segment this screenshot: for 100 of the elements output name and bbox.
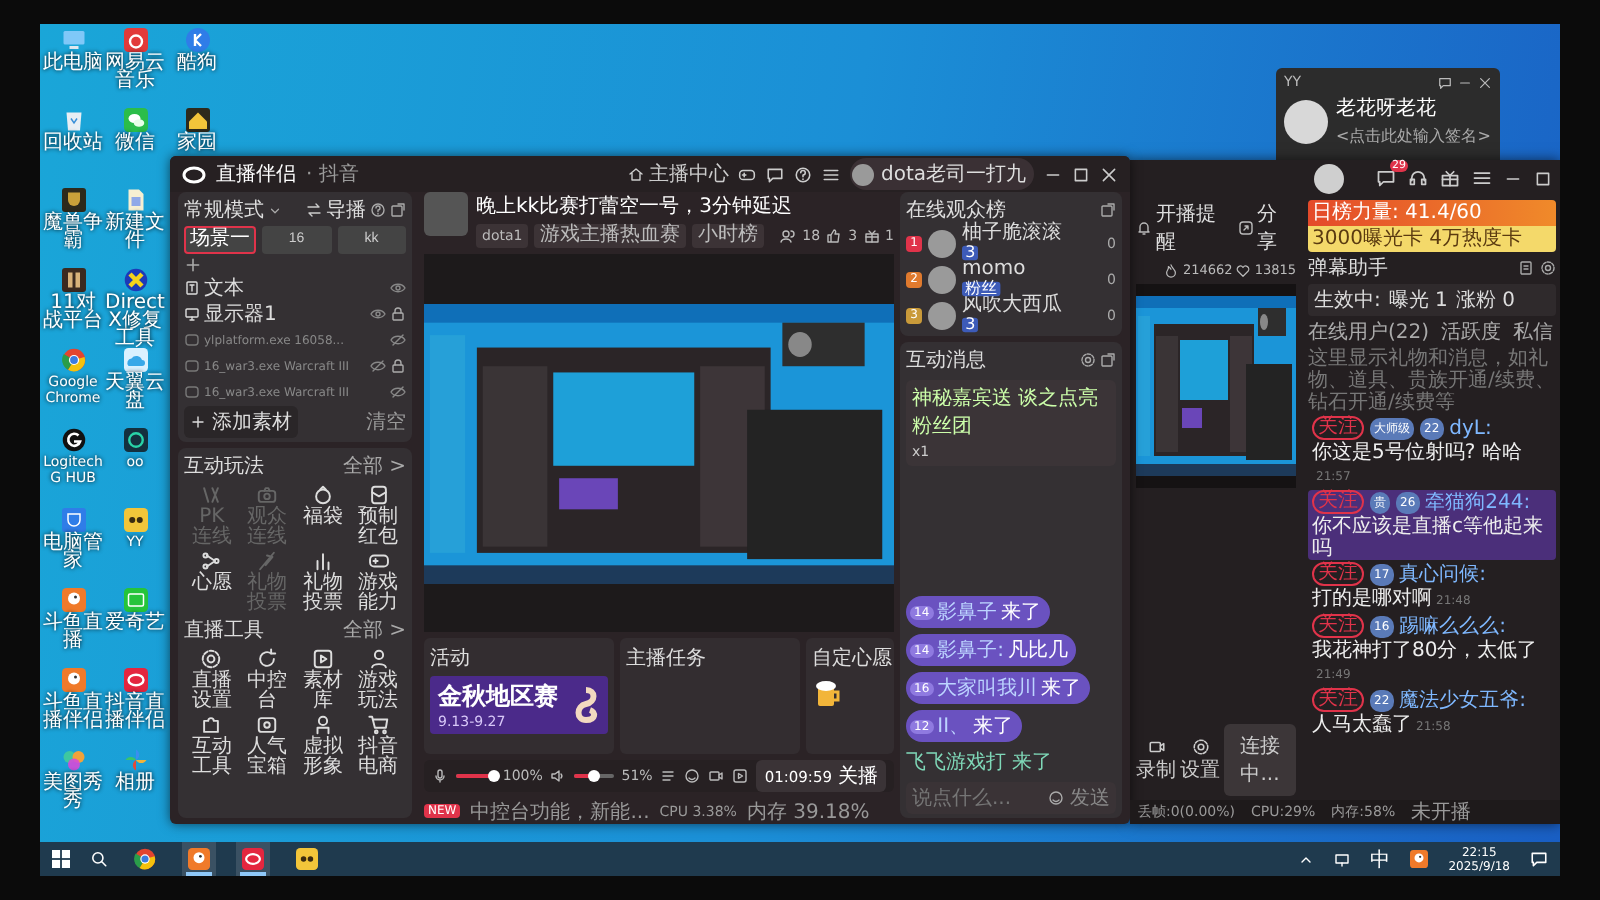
start-button-icon[interactable] <box>52 850 70 868</box>
emoji-icon[interactable] <box>1048 790 1064 806</box>
hidden-eye-icon[interactable] <box>390 332 406 348</box>
lock-icon[interactable] <box>390 358 406 374</box>
browser-icon[interactable] <box>134 848 156 870</box>
list-icon[interactable] <box>660 768 677 784</box>
add-source-button[interactable]: 添加素材 <box>184 406 298 438</box>
show-all-link[interactable]: 全部 > <box>342 616 406 644</box>
tool-button[interactable]: 人气宝箱 <box>239 714 295 778</box>
headset-icon[interactable] <box>1408 168 1428 188</box>
mode-selector[interactable]: 常规模式 <box>184 196 264 224</box>
bird-app-icon[interactable] <box>188 848 210 870</box>
clear-link[interactable]: 清空 <box>366 408 406 436</box>
network-status-icon[interactable] <box>1334 851 1351 867</box>
beer-mug-icon <box>812 676 844 708</box>
gamepad-icon[interactable] <box>738 165 757 183</box>
swap-icon[interactable] <box>306 202 322 218</box>
gift-icon[interactable] <box>1440 168 1460 188</box>
menu-icon[interactable] <box>822 165 841 183</box>
hidden-eye-icon[interactable] <box>390 384 406 400</box>
user-chip[interactable]: dota老司一打九 <box>850 158 1034 190</box>
lock-icon[interactable] <box>390 306 406 322</box>
director-button[interactable]: 导播 <box>326 196 366 224</box>
tv-app-icon[interactable] <box>123 588 147 612</box>
chat-icon[interactable] <box>1376 168 1396 188</box>
tool-button[interactable]: 福袋 <box>295 484 351 548</box>
panel-tab[interactable]: 活跃度 <box>1441 318 1502 346</box>
input-method[interactable]: 中 <box>1370 845 1391 873</box>
tool-button[interactable]: 礼物投票 <box>295 550 351 614</box>
hidden-eye-icon[interactable] <box>370 358 386 374</box>
gear-icon[interactable] <box>1540 260 1556 276</box>
document-icon[interactable] <box>1518 260 1534 276</box>
scene-tab[interactable]: 场景一 <box>184 226 256 254</box>
shield-app-icon[interactable] <box>61 508 85 532</box>
notification-icon[interactable] <box>1530 850 1548 868</box>
tool-button[interactable]: 游戏玩法 <box>350 648 406 712</box>
app-badge-icon[interactable] <box>185 28 209 52</box>
chevron-down-icon[interactable] <box>268 203 282 217</box>
cart-icon <box>367 714 390 736</box>
microphone-icon[interactable] <box>432 768 448 784</box>
gear-icon[interactable] <box>1080 352 1096 368</box>
game-tile-icon[interactable] <box>61 268 85 292</box>
oval-app-icon[interactable] <box>242 848 264 870</box>
tool-button[interactable]: 心愿 <box>184 550 240 614</box>
eye-icon[interactable] <box>370 306 386 322</box>
chat-app-icon[interactable] <box>123 108 147 132</box>
bell-icon <box>1136 220 1152 236</box>
tool-button[interactable]: 预制红包 <box>350 484 406 548</box>
anchor-center-button[interactable]: 主播中心 <box>628 160 729 188</box>
tool-button[interactable]: 素材库 <box>295 648 351 712</box>
chat-icon[interactable] <box>766 165 785 183</box>
house-icon[interactable] <box>185 108 209 132</box>
search-icon[interactable] <box>90 850 108 868</box>
close-icon[interactable] <box>1478 75 1492 89</box>
music-app-icon[interactable] <box>123 28 147 52</box>
remind-button[interactable]: 开播提醒 <box>1156 200 1234 256</box>
help-icon[interactable] <box>794 165 813 183</box>
icon-label: 酷狗 <box>175 54 219 72</box>
tool-button[interactable]: 游戏能力 <box>350 550 406 614</box>
panel-tab[interactable]: 私信 <box>1513 318 1554 346</box>
close-icon[interactable] <box>1100 165 1118 183</box>
video-icon[interactable] <box>732 768 749 784</box>
tool-button[interactable]: 抖音电商 <box>350 714 406 778</box>
source-item[interactable]: 显示器1 <box>184 302 406 326</box>
figure-icon <box>311 714 334 736</box>
computer-icon[interactable] <box>61 28 85 52</box>
round-logo-icon[interactable] <box>61 428 85 452</box>
chat-icon[interactable] <box>1438 75 1452 89</box>
eye-icon[interactable] <box>390 280 406 296</box>
shield-game-icon[interactable] <box>61 188 85 212</box>
emoji-icon[interactable] <box>684 768 701 784</box>
share-button[interactable]: 分享 <box>1257 200 1296 256</box>
maximize-icon[interactable] <box>1072 165 1090 183</box>
show-all-link[interactable]: 全部 > <box>342 452 406 480</box>
record-button[interactable]: 录制 <box>1136 737 1176 783</box>
settings-button[interactable]: 设置 <box>1180 737 1220 783</box>
ring-app-icon[interactable] <box>123 428 147 452</box>
pop-out-icon[interactable] <box>1100 202 1116 218</box>
pop-out-icon[interactable] <box>390 202 406 218</box>
help-icon[interactable] <box>370 202 386 218</box>
menu-icon[interactable] <box>1472 168 1492 188</box>
animal-face-icon[interactable] <box>123 508 147 532</box>
bird-app-icon[interactable] <box>1410 850 1429 868</box>
speaker-icon[interactable] <box>550 768 567 784</box>
connect-button[interactable]: 连接中... <box>1224 724 1296 796</box>
pop-out-icon[interactable] <box>1100 352 1116 368</box>
tool-button[interactable]: 虚拟形象 <box>295 714 351 778</box>
tool-button[interactable]: 中控台 <box>239 648 295 712</box>
source-item[interactable]: 文本 <box>184 276 406 300</box>
cross-app-icon[interactable] <box>123 268 147 292</box>
recycle-bin-icon[interactable] <box>61 108 85 132</box>
record-icon[interactable] <box>708 768 725 784</box>
panel-tab[interactable]: 在线用户(22) <box>1308 318 1430 346</box>
tool-button[interactable]: 互动工具 <box>184 714 240 778</box>
document-icon[interactable] <box>123 188 147 212</box>
animal-face-icon[interactable] <box>296 848 318 870</box>
plus-icon[interactable] <box>184 256 202 274</box>
tool-button[interactable]: 直播设置 <box>184 648 240 712</box>
maximize-icon[interactable] <box>1534 169 1552 187</box>
oval-app-icon[interactable] <box>123 668 147 692</box>
